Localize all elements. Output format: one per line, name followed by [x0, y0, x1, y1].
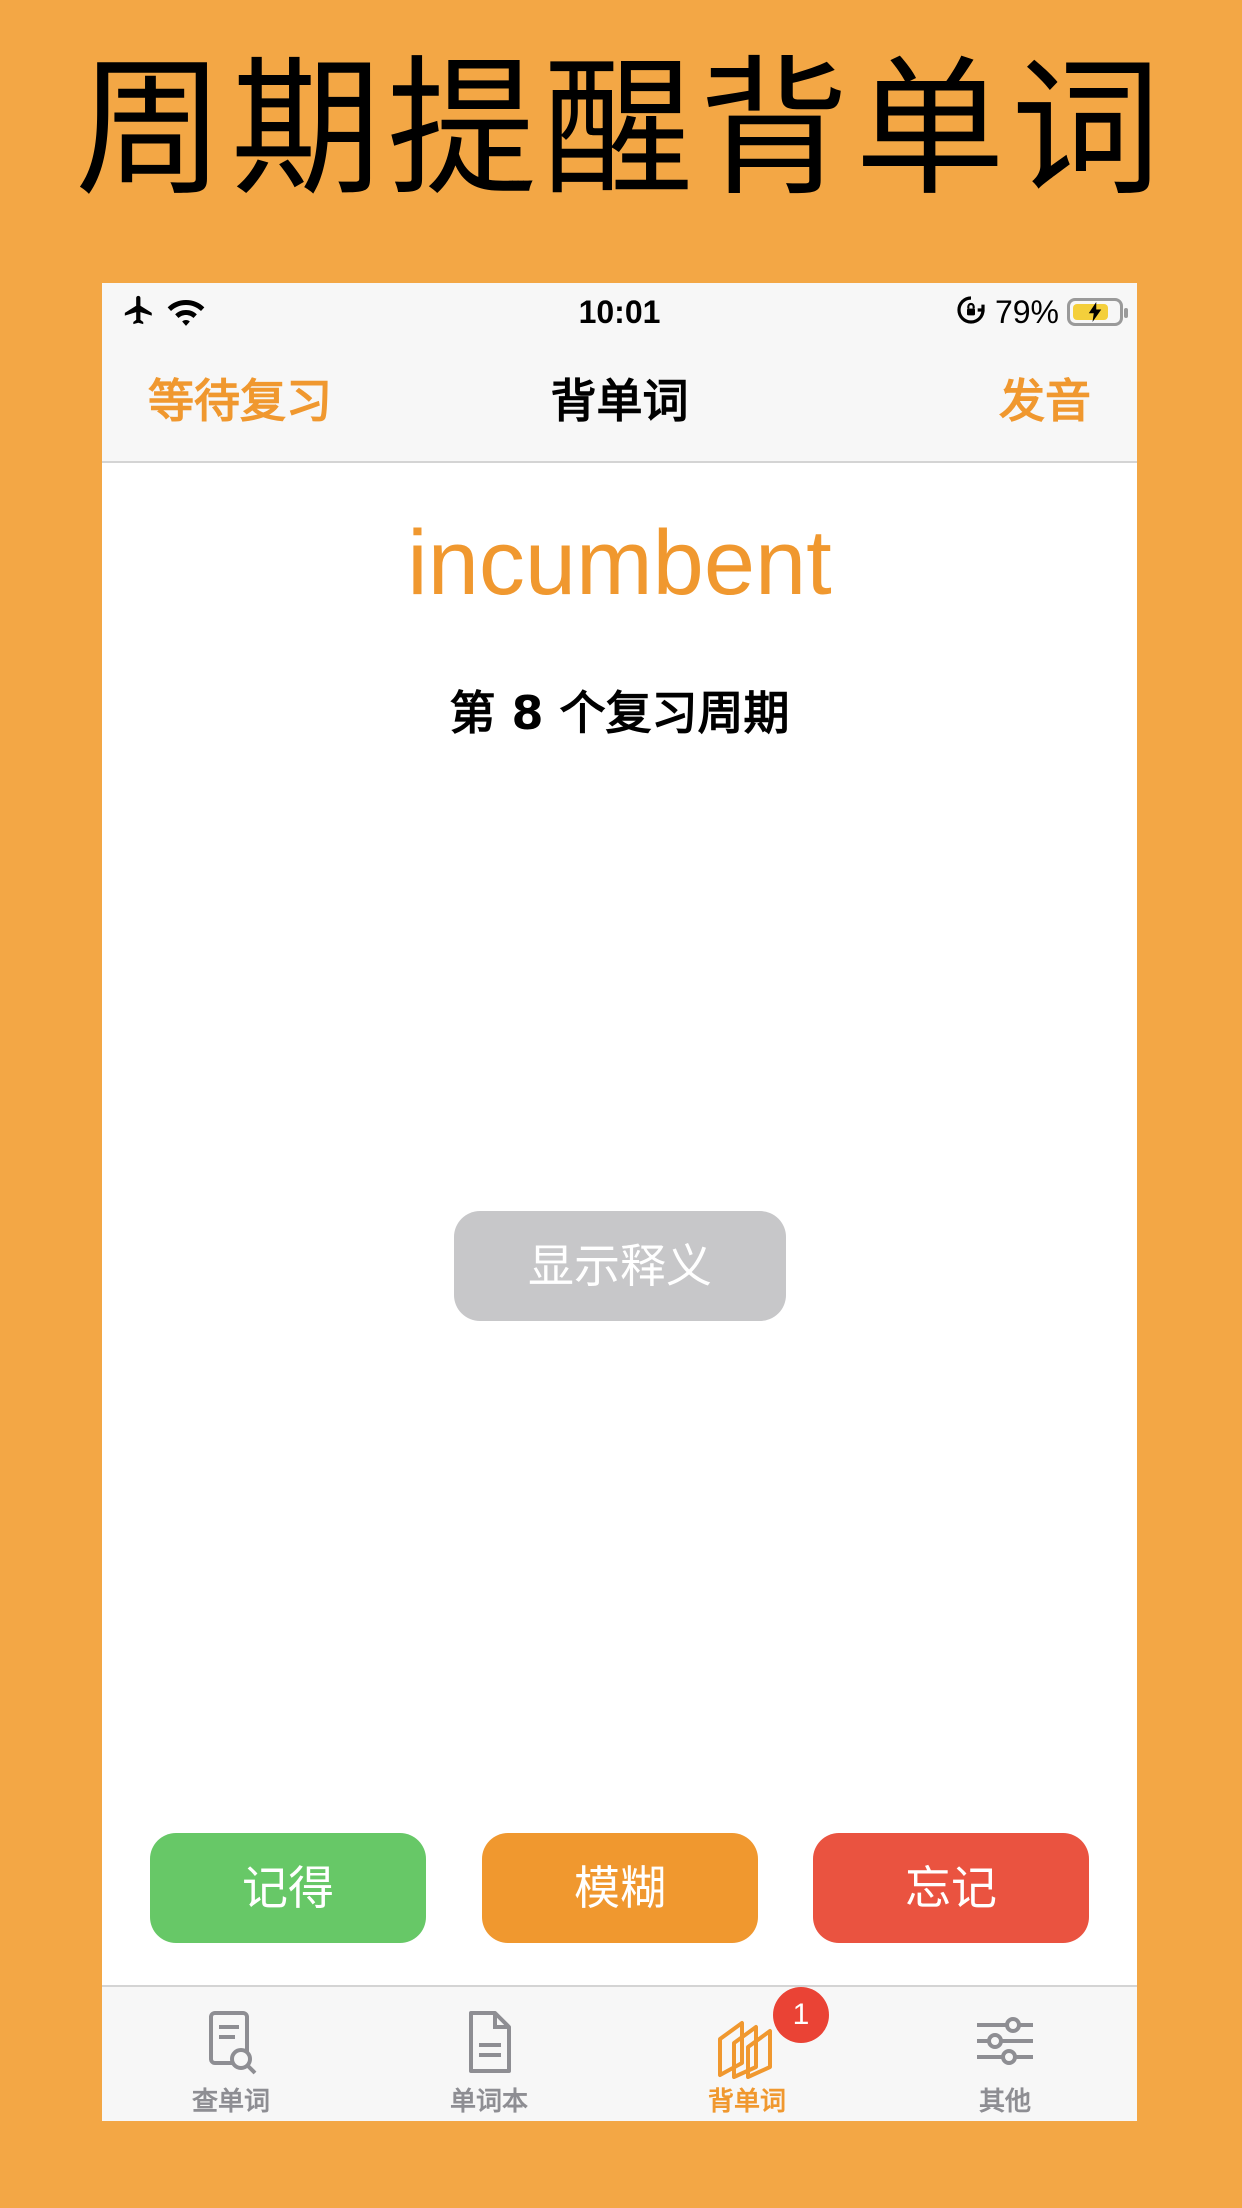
status-bar: 10:01 79%	[102, 283, 1137, 341]
tab-label: 查单词	[191, 2087, 270, 2117]
battery-cap	[1124, 308, 1128, 318]
vocabulary-word: incumbent	[407, 512, 832, 614]
tab-label: 其他	[978, 2087, 1031, 2117]
remember-button[interactable]: 记得	[150, 1833, 426, 1943]
sliders-icon	[876, 2009, 1134, 2081]
show-meaning-button[interactable]: 显示释义	[454, 1211, 786, 1321]
tab-other[interactable]: 其他	[876, 1987, 1134, 2121]
tab-label: 背单词	[707, 2087, 786, 2117]
charging-bolt-icon	[1070, 301, 1120, 323]
status-right: 79%	[955, 291, 1128, 333]
cards-icon	[618, 2009, 876, 2081]
tab-bar: 查单词 单词本 1 背单词 其他	[102, 1985, 1137, 2121]
orientation-lock-icon	[955, 294, 987, 330]
battery-charging-icon	[1067, 298, 1128, 326]
forget-button[interactable]: 忘记	[813, 1833, 1089, 1943]
phone-screen: 10:01 79% 背单词 等待复习 发音 incumbent 第 8 个复习周…	[102, 283, 1137, 2121]
waiting-review-button[interactable]: 等待复习	[148, 341, 332, 461]
search-document-icon	[102, 2009, 360, 2081]
pronounce-button[interactable]: 发音	[999, 341, 1091, 461]
review-cycle-label: 第 8 个复习周期	[449, 686, 790, 740]
tab-label: 单词本	[449, 2087, 528, 2117]
tab-wordbook[interactable]: 单词本	[360, 1987, 618, 2121]
battery-percent: 79%	[994, 293, 1059, 330]
tab-lookup[interactable]: 查单词	[102, 1987, 360, 2121]
promo-title: 周期提醒背单词	[74, 43, 1167, 217]
document-icon	[360, 2009, 618, 2081]
navigation-bar: 背单词 等待复习 发音	[102, 341, 1137, 463]
notification-badge: 1	[773, 1987, 829, 2043]
fuzzy-button[interactable]: 模糊	[482, 1833, 758, 1943]
tab-memorize[interactable]: 1 背单词	[618, 1987, 876, 2121]
